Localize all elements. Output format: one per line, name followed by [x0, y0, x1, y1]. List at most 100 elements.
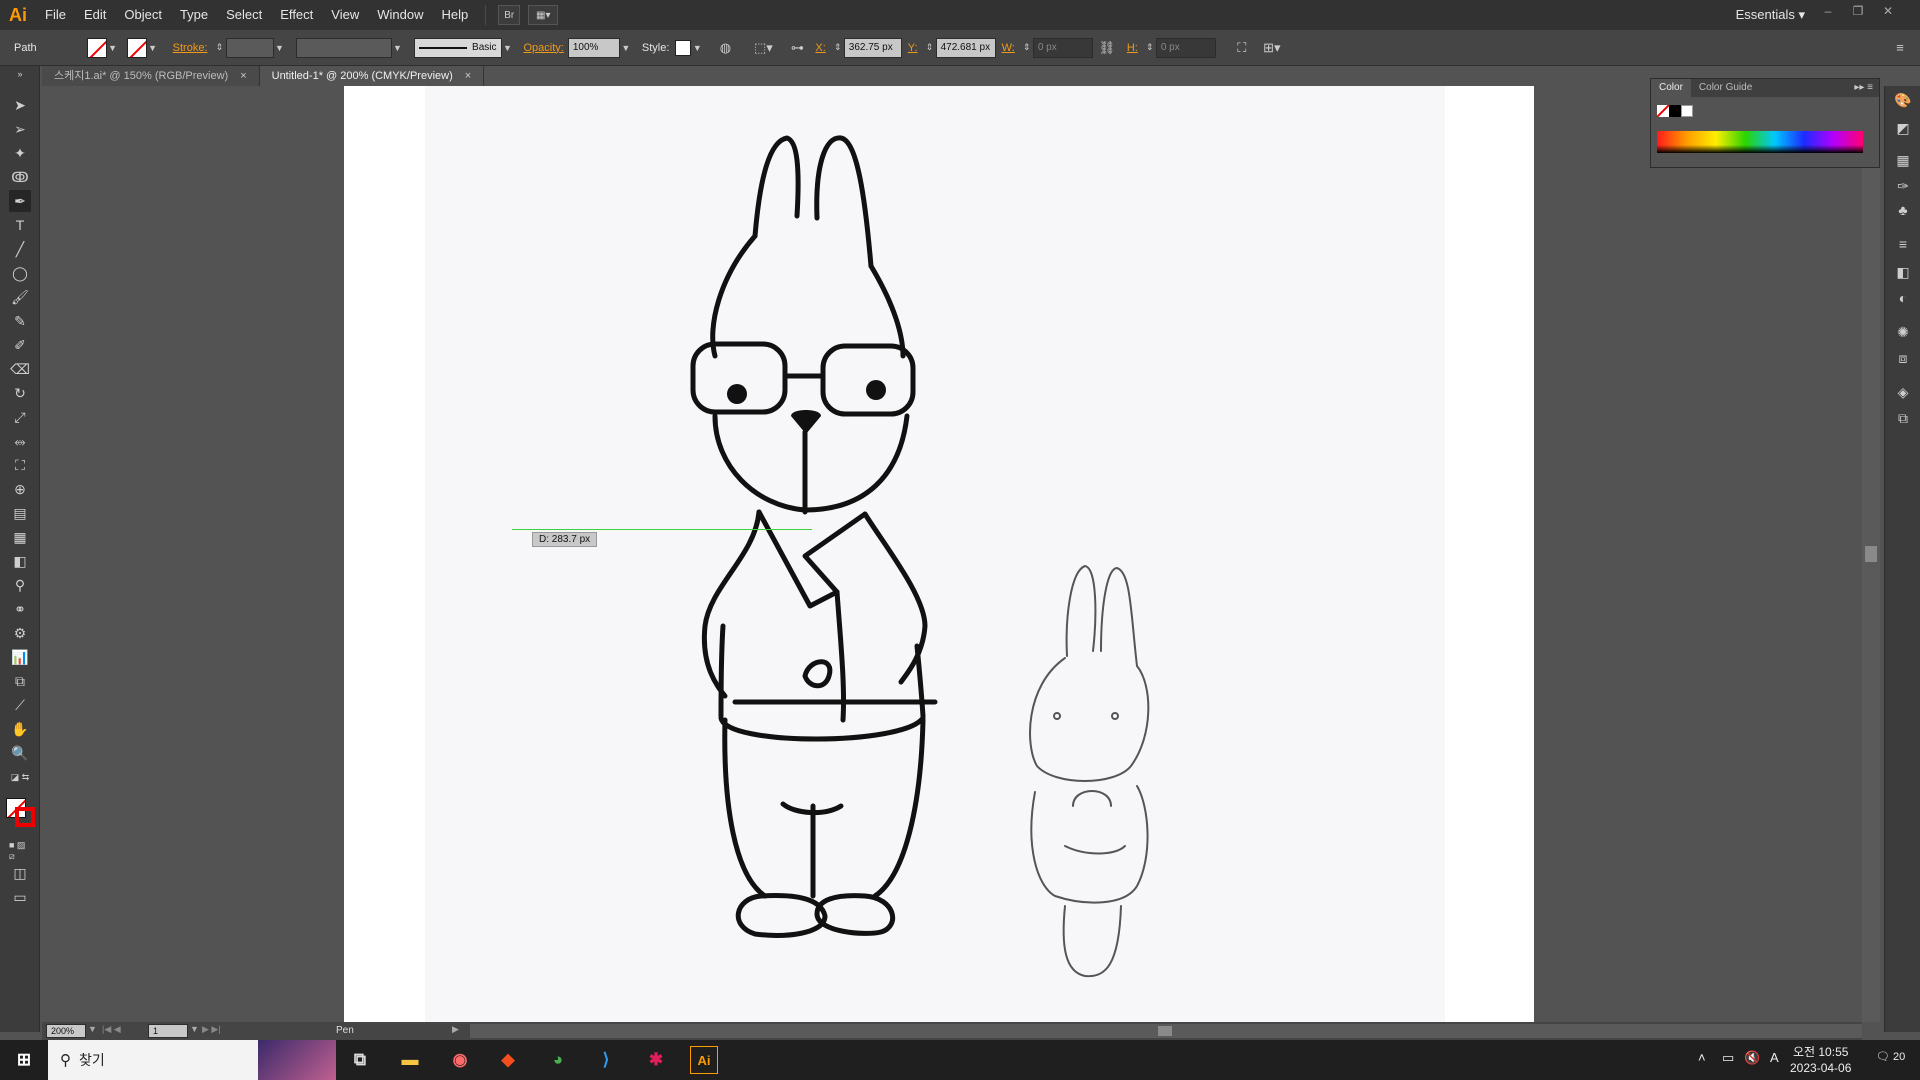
- chevron-down-icon[interactable]: ▼: [691, 38, 703, 58]
- pen-tool-icon[interactable]: ✒: [9, 190, 31, 212]
- artboards-icon[interactable]: ⧉: [1893, 408, 1913, 428]
- white-swatch[interactable]: [1681, 105, 1693, 117]
- status-menu-icon[interactable]: ▶: [452, 1024, 459, 1035]
- graphic-style-swatch[interactable]: [675, 39, 692, 56]
- h-label[interactable]: H:: [1127, 42, 1138, 54]
- stroke-swatch[interactable]: [126, 37, 147, 58]
- black-swatch[interactable]: [1669, 105, 1681, 117]
- free-transform-tool-icon[interactable]: ⛶: [9, 454, 31, 476]
- brush-definition[interactable]: Basic: [413, 37, 502, 58]
- opacity-field[interactable]: 100%: [567, 37, 620, 58]
- recolor-artwork-icon[interactable]: ◍: [715, 38, 735, 58]
- perspective-grid-tool-icon[interactable]: ▤: [9, 502, 31, 524]
- artboard-number-field[interactable]: 1: [148, 1024, 188, 1038]
- chevron-down-icon[interactable]: ▼: [107, 38, 119, 58]
- color-panel-icon[interactable]: 🎨: [1893, 90, 1913, 110]
- fill-swatch[interactable]: [86, 37, 107, 58]
- stroke-panel-icon[interactable]: ≡: [1893, 234, 1913, 254]
- type-tool-icon[interactable]: T: [9, 214, 31, 236]
- gradient-tool-icon[interactable]: ◧: [9, 550, 31, 572]
- figma-icon[interactable]: ◆: [494, 1046, 522, 1074]
- bridge-button[interactable]: Br: [498, 5, 521, 25]
- clock[interactable]: 오전 10:55 2023-04-06: [1790, 1044, 1851, 1076]
- pencil-tool-icon[interactable]: ✎: [9, 310, 31, 332]
- slack-icon[interactable]: ✱: [642, 1046, 670, 1074]
- y-label[interactable]: Y:: [908, 42, 918, 54]
- horizontal-scrollbar[interactable]: [470, 1024, 1862, 1038]
- shape-builder-tool-icon[interactable]: ⊕: [9, 478, 31, 500]
- ime-indicator[interactable]: A: [1770, 1050, 1779, 1065]
- chevron-down-icon[interactable]: ▼: [392, 38, 404, 58]
- stroke-label[interactable]: Stroke:: [173, 42, 208, 54]
- tab-color-guide[interactable]: Color Guide: [1691, 79, 1760, 97]
- workspace-switcher[interactable]: Essentials ▾: [1736, 7, 1805, 23]
- stroke-color-icon[interactable]: [15, 807, 35, 827]
- isolate-icon[interactable]: ⊞▾: [1262, 38, 1282, 58]
- close-window-button[interactable]: ✕: [1876, 4, 1900, 18]
- artboard[interactable]: D: 283.7 px: [344, 86, 1534, 1022]
- task-view-icon[interactable]: ⧉: [346, 1046, 374, 1074]
- arrange-documents-button[interactable]: ▦▾: [528, 5, 559, 25]
- default-colors-icon[interactable]: ◪ ⇆: [9, 766, 31, 788]
- x-position-field[interactable]: 362.75 px: [843, 37, 902, 58]
- close-icon[interactable]: ×: [465, 66, 471, 86]
- gradient-panel-icon[interactable]: ◧: [1893, 262, 1913, 282]
- volume-muted-icon[interactable]: 🔇: [1744, 1050, 1760, 1066]
- chevron-down-icon[interactable]: ▼: [147, 38, 159, 58]
- blend-tool-icon[interactable]: ⚭: [9, 598, 31, 620]
- stepper-icon[interactable]: ⇕: [214, 38, 226, 58]
- stepper-icon[interactable]: ⇕: [1144, 38, 1156, 58]
- menu-type[interactable]: Type: [171, 0, 217, 30]
- minimize-button[interactable]: –: [1816, 4, 1840, 18]
- tab-document-1[interactable]: 스케지1.ai* @ 150% (RGB/Preview) ×: [42, 66, 260, 86]
- chevron-down-icon[interactable]: ▼: [88, 1024, 97, 1034]
- stepper-icon[interactable]: ⇕: [1021, 38, 1033, 58]
- width-tool-icon[interactable]: ⥈: [9, 430, 31, 452]
- drawing-mode-icon[interactable]: ◫: [9, 862, 31, 884]
- vertical-scrollbar[interactable]: [1862, 86, 1880, 1022]
- line-tool-icon[interactable]: ╱: [9, 238, 31, 260]
- vscode-icon[interactable]: ⟩: [592, 1046, 620, 1074]
- paint-app-icon[interactable]: ◉: [446, 1046, 474, 1074]
- graphic-styles-icon[interactable]: ⧈: [1893, 348, 1913, 368]
- menu-help[interactable]: Help: [432, 0, 477, 30]
- constrain-proportions-icon[interactable]: ⛓: [1097, 38, 1117, 58]
- chevron-down-icon[interactable]: ▼: [502, 38, 514, 58]
- stepper-icon[interactable]: ⇕: [924, 38, 936, 58]
- x-label[interactable]: X:: [815, 42, 825, 54]
- zoom-field[interactable]: 200%: [46, 1024, 86, 1038]
- menu-view[interactable]: View: [322, 0, 368, 30]
- symbols-icon[interactable]: ♣: [1893, 200, 1913, 220]
- tab-document-2[interactable]: Untitled-1* @ 200% (CMYK/Preview) ×: [259, 66, 485, 86]
- zoom-tool-icon[interactable]: 🔍: [9, 742, 31, 764]
- stroke-weight-field[interactable]: [225, 37, 274, 58]
- mesh-tool-icon[interactable]: ▦: [9, 526, 31, 548]
- eraser-tool-icon[interactable]: ⌫: [9, 358, 31, 380]
- menu-file[interactable]: File: [36, 0, 75, 30]
- chrome-icon[interactable]: ◕: [544, 1046, 572, 1074]
- screen-mode-icon[interactable]: ▭: [9, 886, 31, 908]
- align-to-icon[interactable]: ⬚▾: [753, 38, 773, 58]
- stepper-icon[interactable]: ⇕: [832, 38, 844, 58]
- hand-tool-icon[interactable]: ✋: [9, 718, 31, 740]
- slice-tool-icon[interactable]: ⟋: [9, 694, 31, 716]
- tab-color[interactable]: Color: [1651, 79, 1691, 97]
- panel-menu-icon[interactable]: ▸▸ ≡: [1848, 79, 1879, 97]
- none-swatch[interactable]: [1657, 105, 1669, 117]
- color-mode-icons[interactable]: ■ ▨ ⧄: [9, 840, 31, 862]
- taskbar-search[interactable]: ⚲ 찾기: [48, 1040, 336, 1080]
- menu-effect[interactable]: Effect: [271, 0, 322, 30]
- file-explorer-icon[interactable]: ▬: [396, 1046, 424, 1074]
- menu-select[interactable]: Select: [217, 0, 271, 30]
- scroll-thumb[interactable]: [1158, 1026, 1172, 1036]
- column-graph-tool-icon[interactable]: 📊: [9, 646, 31, 668]
- panel-menu-icon[interactable]: ≡: [1890, 38, 1910, 58]
- artboard-nav-prev-icon[interactable]: |◀ ◀: [102, 1024, 121, 1035]
- magic-wand-tool-icon[interactable]: ✦: [9, 142, 31, 164]
- paintbrush-tool-icon[interactable]: 🖌: [9, 286, 31, 308]
- menu-object[interactable]: Object: [115, 0, 171, 30]
- opacity-label[interactable]: Opacity:: [524, 42, 564, 54]
- blob-brush-tool-icon[interactable]: ✐: [9, 334, 31, 356]
- selection-tool-icon[interactable]: ➤: [9, 94, 31, 116]
- color-spectrum[interactable]: [1657, 131, 1863, 153]
